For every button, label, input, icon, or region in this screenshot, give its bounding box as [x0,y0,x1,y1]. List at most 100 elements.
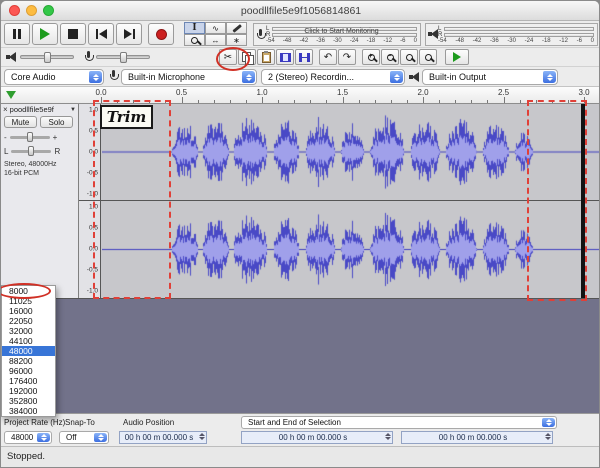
stop-button[interactable] [60,23,86,45]
pause-button[interactable] [4,23,30,45]
input-device-dropdown[interactable]: Built-in Microphone [121,69,257,85]
selection-start-field[interactable]: 00 h 00 m 00.000 s [241,431,393,444]
status-bar: Stopped. [1,446,599,467]
waveform-left-channel[interactable] [102,104,599,200]
input-volume-thumb[interactable] [120,52,127,63]
skip-to-start-icon [95,29,107,39]
sample-rate-option[interactable]: 96000 [2,366,55,376]
playback-meter[interactable]: L R -54 -48 -42 -36 -30 -24 -18 -12 -6 0 [425,23,598,46]
output-device-value: Built-in Output [429,72,487,82]
sample-rate-menu[interactable]: 8000 11025 16000 22050 32000 44100 48000 88200 9… [1,285,56,417]
selection-end-field[interactable]: 00 h 00 m 00.000 s [401,431,553,444]
paste-button[interactable] [257,49,275,65]
waveform-right-channel[interactable] [102,201,599,298]
sample-rate-option[interactable]: 192000 [2,386,55,396]
timeline-tick [519,100,521,103]
gain-slider-thumb[interactable] [26,132,33,142]
sample-rate-option[interactable]: 8000 [2,286,55,296]
sample-rate-option[interactable]: 48000 [2,346,55,356]
timeline-tick [326,100,328,103]
sample-rate-option[interactable]: 11025 [2,296,55,306]
selection-start-value: 00 h 00 m 00.000 s [278,433,348,442]
pan-slider[interactable] [11,146,52,156]
stop-icon [68,29,78,39]
sample-rate-option[interactable]: 32000 [2,326,55,336]
sample-rate-option[interactable]: 44100 [2,336,55,346]
output-volume-slider[interactable] [20,52,74,63]
envelope-tool-button[interactable]: ∿ [205,22,226,34]
pan-slider-thumb[interactable] [28,146,35,156]
audio-host-dropdown[interactable]: Core Audio [4,69,104,85]
timeline-ruler[interactable]: 0.0 0.5 1.0 1.5 2.0 2.5 3.0 [1,87,599,104]
track-name[interactable]: poodllfile5e9f [10,105,68,114]
sample-rate-option[interactable]: 176400 [2,376,55,386]
skip-to-end-button[interactable] [116,23,142,45]
monitoring-hint[interactable]: Click to Start Monitoring [266,26,417,38]
device-toolbar: Core Audio Built-in Microphone 2 (Stereo… [1,67,599,87]
sample-rate-option[interactable]: 88200 [2,356,55,366]
skip-to-start-button[interactable] [88,23,114,45]
cut-button[interactable]: ✂ [219,49,237,65]
close-track-button[interactable]: × [3,105,8,114]
snap-to-dropdown[interactable]: Off [59,431,109,444]
selection-tool-button[interactable]: I [184,22,205,34]
sample-rate-option[interactable]: 384000 [2,406,55,416]
fit-selection-button[interactable] [400,49,418,65]
track-control-panel[interactable]: × poodllfile5e9f ▼ Mute Solo - + L R Ste… [1,104,79,298]
spinner-icon[interactable] [199,433,205,440]
undo-button[interactable]: ↶ [319,49,337,65]
timeshift-tool-button[interactable]: ↔ [205,34,226,46]
trim-audio-button[interactable] [276,49,294,65]
record-button[interactable] [148,23,174,45]
spinner-icon[interactable] [385,433,391,440]
paste-icon [261,50,271,63]
track-area[interactable]: × poodllfile5e9f ▼ Mute Solo - + L R Ste… [1,104,599,299]
window-title: poodllfile5e9f1056814861 [240,5,362,17]
multi-tool-button[interactable]: ∗ [226,34,247,46]
redo-button[interactable]: ↷ [338,49,356,65]
audio-position-display[interactable]: 00 h 00 m 00.000 s [119,431,207,444]
input-volume-slider[interactable] [96,52,150,63]
audio-position-value: 00 h 00 m 00.000 s [124,433,194,442]
scissors-icon: ✂ [223,51,233,63]
clip-end-cursor[interactable] [581,104,585,298]
sample-rate-option[interactable]: 352800 [2,396,55,406]
track-menu-arrow-icon[interactable]: ▼ [70,107,76,113]
spinner-icon[interactable] [545,433,551,440]
amplitude-scale-label: 0.0 [88,148,98,156]
timeline-tick [374,100,376,103]
timeline-tick [487,100,489,103]
meter-scale-number: -36 [489,38,499,44]
track-header[interactable]: × poodllfile5e9f ▼ [3,105,76,114]
titlebar[interactable]: poodllfile5e9f1056814861 [1,1,599,21]
play-at-speed-button[interactable] [445,49,469,65]
mute-button[interactable]: Mute [4,116,37,128]
selection-mode-dropdown[interactable]: Start and End of Selection [241,416,557,429]
trim-icon [279,52,291,62]
output-device-dropdown[interactable]: Built-in Output [422,69,558,85]
sample-rate-option[interactable]: 16000 [2,306,55,316]
zoom-out-button[interactable]: − [381,49,399,65]
gain-slider[interactable] [9,132,50,142]
input-channels-dropdown[interactable]: 2 (Stereo) Recordin... [261,69,405,85]
sample-rate-option[interactable]: 22050 [2,316,55,326]
zoom-in-button[interactable]: + [362,49,380,65]
recording-meter[interactable]: L R Click to Start Monitoring -54 -48 -42-… [253,23,421,46]
fit-project-button[interactable] [419,49,437,65]
timeline-tick [503,97,505,103]
empty-track-space[interactable] [1,299,599,413]
silence-audio-button[interactable] [295,49,313,65]
input-volume-icon [84,51,94,64]
zoom-tool-button[interactable] [184,34,205,46]
project-rate-dropdown[interactable]: 48000 [4,431,52,444]
draw-tool-button[interactable] [226,22,247,34]
copy-button[interactable] [238,49,256,65]
zoom-tool-icon [191,36,198,44]
dropdown-arrows-icon [390,71,403,83]
output-volume-thumb[interactable] [44,52,51,63]
play-button[interactable] [32,23,58,45]
solo-button[interactable]: Solo [40,116,73,128]
timeline-options-icon[interactable] [6,91,16,99]
pan-slider-row: L R [4,146,60,156]
mute-solo-row: Mute Solo [4,116,73,128]
